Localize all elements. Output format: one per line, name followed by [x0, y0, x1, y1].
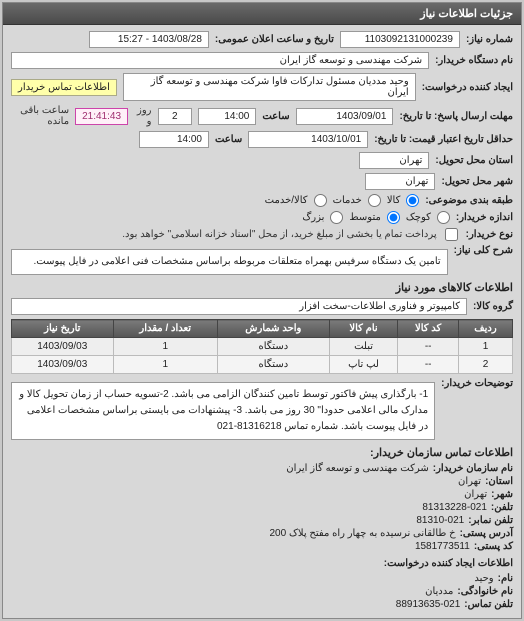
fax-value: 81310-021 — [416, 515, 464, 526]
countdown: 21:41:43 — [75, 108, 128, 125]
validity-date: 1403/10/01 — [248, 131, 368, 148]
creator-title: اطلاعات ایجاد کننده درخواست: — [11, 558, 513, 569]
validity-label: حداقل تاریخ اعتبار قیمت: تا تاریخ: — [374, 134, 513, 145]
cell-idx: 1 — [459, 338, 513, 356]
table-row: 1 -- تبلت دستگاه 1 1403/09/03 — [12, 338, 513, 356]
table-row: 2 -- لپ تاپ دستگاه 1 1403/09/03 — [12, 356, 513, 374]
cart-label: نوع خریدار: — [466, 229, 513, 240]
ctel-value: 88913635-021 — [396, 599, 461, 610]
org-value: شرکت مهندسی و توسعه گاز ایران — [286, 463, 429, 474]
radio-mid-label: متوسط — [349, 212, 380, 223]
lname-label: نام خانوادگی: — [457, 586, 513, 597]
delivery-city-label: شهر محل تحویل: — [441, 176, 513, 187]
remain-label: ساعت باقی مانده — [11, 105, 69, 127]
group-label: گروه کالا: — [473, 301, 513, 312]
cell-date: 1403/09/03 — [12, 356, 114, 374]
validity-time: 14:00 — [139, 131, 209, 148]
items-table: ردیف کد کالا نام کالا واحد شمارش تعداد /… — [11, 319, 513, 374]
postcode-value: 1581773511 — [415, 541, 470, 552]
cart-note: پرداخت تمام یا بخشی از مبلغ خرید، از محل… — [122, 229, 436, 240]
details-panel: جزئیات اطلاعات نیاز شماره نیاز: 11030921… — [2, 2, 522, 619]
pub-dt-value: 1403/08/28 - 15:27 — [89, 31, 209, 48]
col-name: نام کالا — [329, 320, 398, 338]
deadline-time: 14:00 — [198, 108, 256, 125]
prov-label: استان: — [485, 476, 513, 487]
postcode-label: کد پستی: — [474, 541, 513, 552]
deadline-label: مهلت ارسال پاسخ: تا تاریخ: — [399, 111, 513, 122]
buyer-org-value: شرکت مهندسی و توسعه گاز ایران — [11, 52, 429, 69]
size-label: اندازه خریدار: — [456, 212, 513, 223]
contacts-section-title: اطلاعات تماس سازمان خریدار: — [11, 446, 513, 459]
col-date: تاریخ نیاز — [12, 320, 114, 338]
city-label: شهر: — [491, 489, 513, 500]
col-code: کد کالا — [398, 320, 459, 338]
radio-small-label: کوچک — [406, 212, 431, 223]
radio-khedmat-label: کالا/خدمت — [265, 195, 308, 206]
cell-qty: 1 — [113, 356, 217, 374]
col-idx: ردیف — [459, 320, 513, 338]
col-unit: واحد شمارش — [217, 320, 329, 338]
delivery-state-label: استان محل تحویل: — [435, 155, 513, 166]
days-left: 2 — [158, 108, 193, 125]
cell-name: لپ تاپ — [329, 356, 398, 374]
budget-label: طبقه بندی موضوعی: — [425, 195, 513, 206]
cell-qty: 1 — [113, 338, 217, 356]
deadline-time-label: ساعت — [262, 111, 289, 122]
cell-idx: 2 — [459, 356, 513, 374]
deadline-date: 1403/09/01 — [296, 108, 394, 125]
buyer-org-label: نام دستگاه خریدار: — [435, 55, 513, 66]
panel-title: جزئیات اطلاعات نیاز — [420, 8, 513, 20]
cell-name: تبلت — [329, 338, 398, 356]
cell-unit: دستگاه — [217, 338, 329, 356]
panel-body: شماره نیاز: 1103092131000239 تاریخ و ساع… — [3, 25, 521, 618]
cell-unit: دستگاه — [217, 356, 329, 374]
prov-value: تهران — [458, 476, 481, 487]
requester-value: وحید مددیان مسئول تدارکات فاوا شرکت مهند… — [123, 73, 416, 101]
radio-kala-label: کالا — [387, 195, 401, 206]
col-qty: تعداد / مقدار — [113, 320, 217, 338]
pub-dt-label: تاریخ و ساعت اعلان عمومی: — [215, 34, 334, 45]
cart-checkbox[interactable] — [445, 228, 458, 241]
radio-khadamat[interactable] — [368, 194, 381, 207]
name-value: وحید — [474, 573, 493, 584]
desc-label: شرح کلی نیاز: — [454, 245, 513, 256]
ctel-label: تلفن تماس: — [464, 599, 513, 610]
cell-date: 1403/09/03 — [12, 338, 114, 356]
items-section-title: اطلاعات کالاهای مورد نیاز — [11, 281, 513, 294]
lname-value: مددیان — [425, 586, 453, 597]
radio-khedmat[interactable] — [314, 194, 327, 207]
radio-large[interactable] — [330, 211, 343, 224]
city-value: تهران — [464, 489, 487, 500]
radio-khadamat-label: خدمات — [333, 195, 362, 206]
buyer-note: 1- بارگذاری پیش فاکتور توسط تامین کنندگا… — [11, 382, 435, 440]
cell-code: -- — [398, 338, 459, 356]
addr-label: آدرس پستی: — [460, 528, 513, 539]
radio-large-label: بزرگ — [302, 212, 324, 223]
org-label: نام سازمان خریدار: — [433, 463, 513, 474]
requester-label: ایجاد کننده درخواست: — [422, 82, 513, 93]
buyer-note-label: توضیحات خریدار: — [441, 378, 513, 389]
radio-mid[interactable] — [387, 211, 400, 224]
days-label: روز و — [134, 105, 151, 127]
tel-value: 81313228-021 — [422, 502, 487, 513]
validity-time-label: ساعت — [215, 134, 242, 145]
group-value: کامپیوتر و فناوری اطلاعات-سخت افزار — [11, 298, 467, 315]
cell-code: -- — [398, 356, 459, 374]
tel-label: تلفن: — [491, 502, 513, 513]
radio-small[interactable] — [437, 211, 450, 224]
contact-link[interactable]: اطلاعات تماس خریدار — [11, 79, 117, 96]
desc-value: تامین یک دستگاه سرفیس بهمراه متعلقات مرب… — [11, 249, 448, 275]
panel-header: جزئیات اطلاعات نیاز — [3, 3, 521, 25]
fax-label: تلفن نمابر: — [468, 515, 513, 526]
delivery-state: تهران — [359, 152, 429, 169]
radio-kala[interactable] — [406, 194, 419, 207]
name-label: نام: — [498, 573, 513, 584]
addr-value: خ طالقانی نرسیده به چهار راه مفتح پلاک 2… — [269, 528, 455, 539]
req-no-label: شماره نیاز: — [466, 34, 513, 45]
req-no-value: 1103092131000239 — [340, 31, 460, 48]
delivery-city: تهران — [365, 173, 435, 190]
